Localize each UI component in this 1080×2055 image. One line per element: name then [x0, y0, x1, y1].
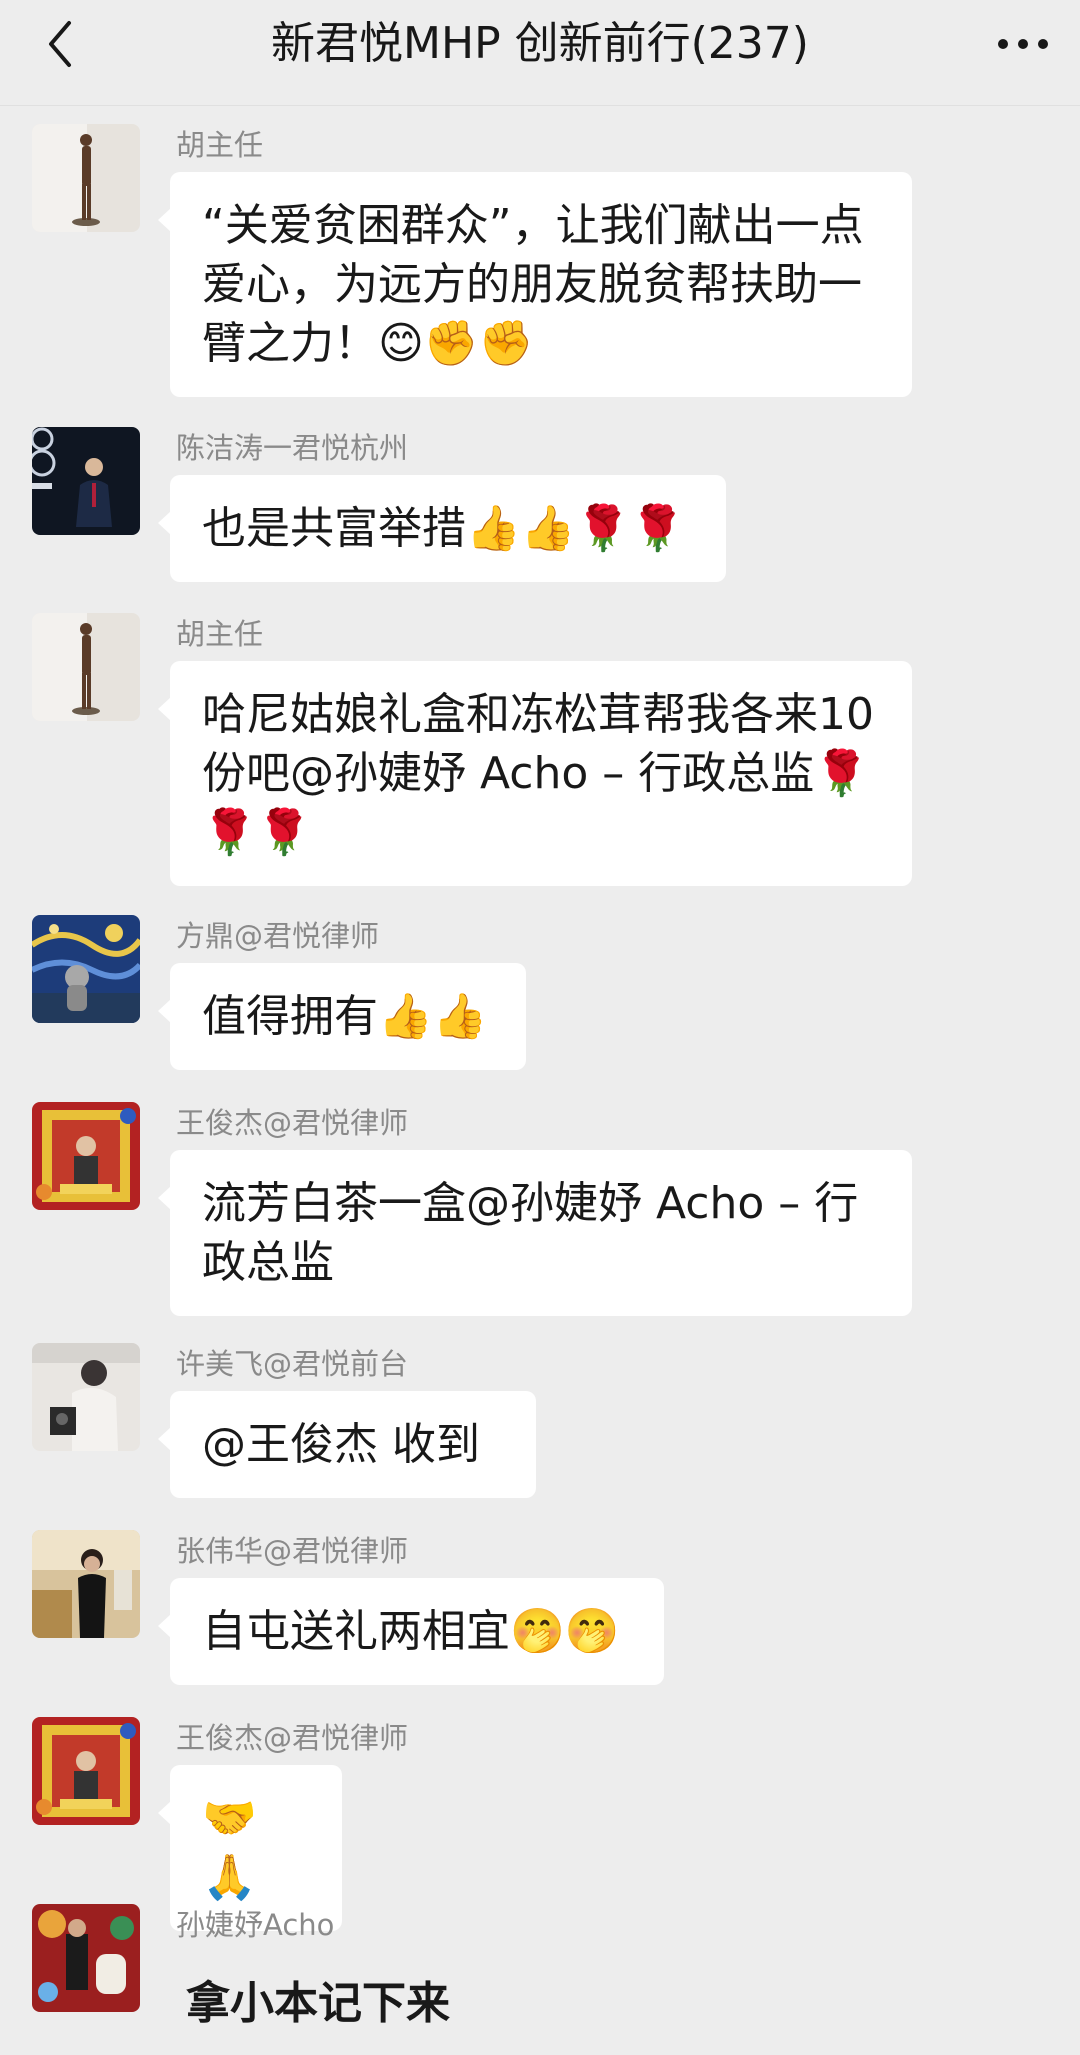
back-button[interactable]	[30, 14, 90, 74]
sender-name: 方鼎@君悦律师	[176, 919, 380, 953]
avatar[interactable]	[32, 613, 140, 721]
message-bubble[interactable]: 自屯送礼两相宜🤭🤭	[158, 1578, 664, 1685]
avatar[interactable]	[32, 427, 140, 535]
sender-name: 张伟华@君悦律师	[176, 1534, 409, 1568]
avatar[interactable]	[32, 124, 140, 232]
sender-name: 王俊杰@君悦律师	[176, 1106, 409, 1140]
chat-title: 新君悦MHP 创新前行(237)	[271, 18, 809, 69]
sender-name: 胡主任	[176, 617, 264, 651]
nav-bar: 新君悦MHP 创新前行(237)	[0, 0, 1080, 106]
sender-name: 陈洁涛一君悦杭州	[176, 431, 409, 465]
more-icon	[998, 39, 1048, 49]
message-bubble[interactable]: 值得拥有👍👍	[158, 963, 526, 1070]
avatar[interactable]	[32, 1717, 140, 1825]
more-button[interactable]	[988, 14, 1058, 74]
avatar[interactable]	[32, 915, 140, 1023]
chevron-left-icon	[49, 21, 71, 67]
avatar[interactable]	[32, 1102, 140, 1210]
message-bubble[interactable]: 哈尼姑娘礼盒和冻松茸帮我各来10份吧@孙婕妤 Acho – 行政总监🌹🌹🌹	[158, 661, 912, 886]
sender-name: 王俊杰@君悦律师	[176, 1721, 409, 1755]
sender-name: 胡主任	[176, 128, 264, 162]
avatar[interactable]	[32, 1343, 140, 1451]
message-bubble[interactable]: 流芳白茶一盒@孙婕妤 Acho – 行政总监	[158, 1150, 912, 1316]
avatar[interactable]	[32, 1904, 140, 2012]
message-bubble[interactable]: “关爱贫困群众”，让我们献出一点爱心，为远方的朋友脱贫帮扶助一臂之力！😊✊✊	[158, 172, 912, 397]
avatar[interactable]	[32, 1530, 140, 1638]
sender-name: 孙婕妤Acho	[176, 1908, 335, 1942]
message-bubble[interactable]: 拿小本记下来	[170, 1952, 530, 2055]
message-bubble[interactable]: @王俊杰 收到	[158, 1391, 536, 1498]
message-bubble[interactable]: 也是共富举措👍👍🌹🌹	[158, 475, 726, 582]
sender-name: 许美飞@君悦前台	[176, 1347, 409, 1381]
